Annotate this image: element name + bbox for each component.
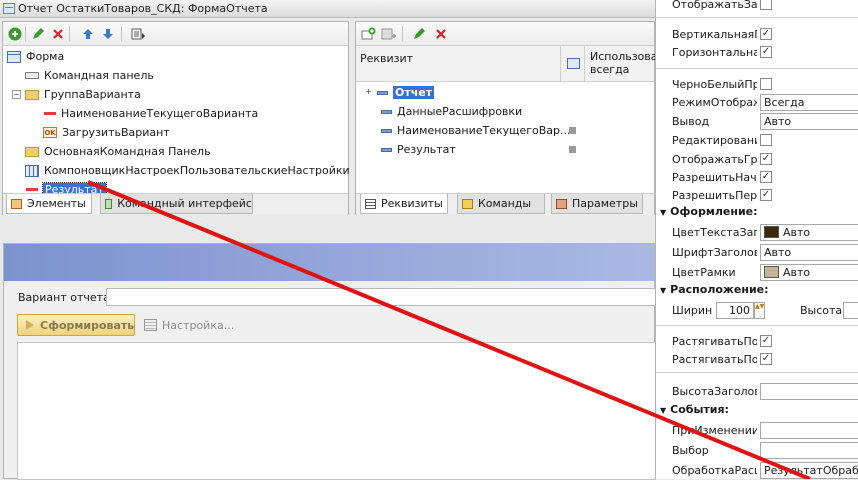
red-annotation-line [87,180,811,479]
